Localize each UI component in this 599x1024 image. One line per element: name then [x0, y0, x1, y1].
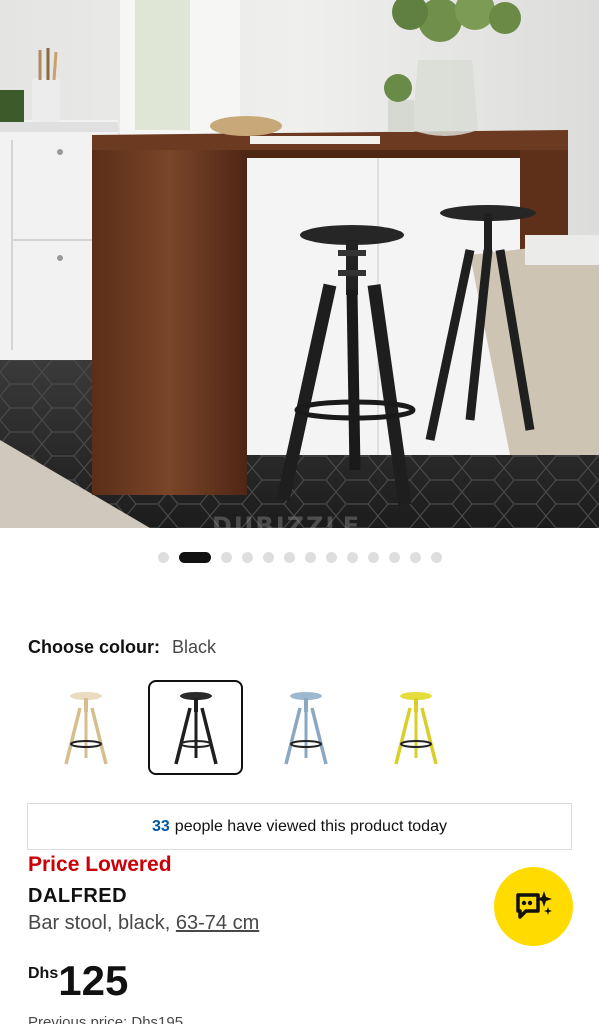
price-amount: 125 [58, 957, 129, 1004]
carousel-dot[interactable] [304, 551, 316, 563]
product-hero-image[interactable]: DUBIZZLE [0, 0, 599, 528]
price: Dhs 125 [28, 958, 128, 1002]
carousel-dots [0, 551, 599, 563]
stool-icon [393, 691, 438, 764]
carousel-dot[interactable] [262, 551, 274, 563]
swatch-black[interactable] [148, 680, 243, 775]
swatch-light-blue[interactable] [258, 680, 353, 775]
watermark-text: DUBIZZLE [212, 512, 362, 528]
selected-colour: Black [172, 637, 217, 657]
viewed-banner: 33 people have viewed this product today [27, 803, 572, 850]
carousel-dot[interactable] [409, 551, 421, 563]
viewed-text: people have viewed this product today [174, 817, 447, 835]
carousel-dot[interactable] [241, 551, 253, 563]
viewed-count: 33 [152, 817, 170, 835]
swatch-birch[interactable] [38, 680, 133, 775]
carousel-dot[interactable] [388, 551, 400, 563]
colour-chooser-header: Choose colour: Black [28, 637, 216, 658]
price-lowered-badge: Price Lowered [28, 853, 172, 876]
carousel-dot[interactable] [430, 551, 442, 563]
size-link[interactable]: 63-74 cm [176, 912, 259, 934]
price-currency: Dhs [28, 965, 59, 982]
hero-photo [0, 0, 599, 528]
stool-icon [173, 691, 218, 764]
carousel-dot[interactable] [346, 551, 358, 563]
colour-swatches [38, 680, 478, 775]
carousel-dot[interactable] [325, 551, 337, 563]
product-description: Bar stool, black, 63-74 cm [28, 912, 259, 935]
product-name: DALFRED [28, 885, 128, 907]
stool-icon [63, 691, 108, 764]
colour-label: Choose colour: [28, 637, 161, 657]
carousel-dot[interactable] [178, 551, 211, 563]
carousel-dot[interactable] [220, 551, 232, 563]
stool-icon [283, 691, 328, 764]
swatch-yellow[interactable] [368, 680, 463, 775]
chat-button[interactable] [494, 867, 573, 946]
chat-sparkle-icon [515, 890, 552, 919]
carousel-dot[interactable] [157, 551, 169, 563]
previous-price: Previous price: Dhs195 [28, 1014, 184, 1024]
carousel-dot[interactable] [283, 551, 295, 563]
product-desc-text: Bar stool, black, [28, 912, 171, 934]
carousel-dot[interactable] [367, 551, 379, 563]
